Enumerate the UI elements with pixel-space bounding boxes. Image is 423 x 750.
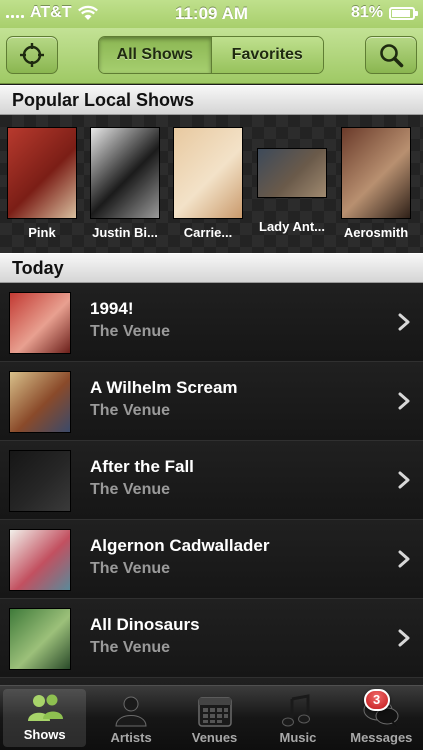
tab-label: Artists <box>110 730 152 745</box>
popular-section-header: Popular Local Shows <box>0 85 423 115</box>
battery-percent: 81% <box>350 4 383 21</box>
locate-button[interactable] <box>6 36 58 74</box>
artist-card[interactable]: Carrie... <box>168 127 248 240</box>
tab-label: Messages <box>350 730 413 745</box>
artist-photo <box>90 127 160 219</box>
artist-name: Justin Bi... <box>92 225 158 240</box>
today-section-header: Today <box>0 253 423 283</box>
artist-name: Carrie... <box>183 225 233 240</box>
artist-photo <box>173 127 243 219</box>
popular-artists-shelf[interactable]: Pink Justin Bi... Carrie... Lady Ant... … <box>0 115 423 253</box>
show-row[interactable]: 1994! The Venue <box>0 283 423 362</box>
shows-list[interactable]: 1994! The Venue A Wilhelm Scream The Ven… <box>0 283 423 685</box>
artist-name: Lady Ant... <box>259 219 325 234</box>
tab-label: Shows <box>23 727 66 742</box>
chevron-right-icon <box>398 313 410 331</box>
shows-filter-segmented-control: All Shows Favorites <box>98 36 324 74</box>
show-venue: The Venue <box>90 560 171 577</box>
segment-all-shows[interactable]: All Shows <box>99 37 211 73</box>
show-row[interactable]: A Wilhelm Scream The Venue <box>0 362 423 441</box>
show-title: A Wilhelm Scream <box>90 378 238 397</box>
status-right: 81% <box>350 4 418 22</box>
tab-music[interactable]: Music <box>256 686 339 750</box>
artist-card[interactable]: Pink <box>2 127 82 240</box>
album-art <box>9 292 71 354</box>
nav-bar: All Shows Favorites <box>0 28 423 84</box>
calendar-icon <box>197 697 232 727</box>
people-icon <box>27 694 63 721</box>
show-venue: The Venue <box>90 481 171 498</box>
artist-icon <box>115 696 147 727</box>
chevron-right-icon <box>398 471 410 489</box>
crosshair-location-icon <box>20 43 44 67</box>
tab-label: Music <box>279 730 317 745</box>
artist-card[interactable]: Justin Bi... <box>85 127 165 240</box>
show-row[interactable]: All Dinosaurs The Venue <box>0 599 423 678</box>
show-row[interactable]: After the Fall The Venue <box>0 441 423 520</box>
show-venue: The Venue <box>90 639 171 656</box>
status-bar: AT&T 11:09 AM 81% <box>0 0 423 28</box>
search-button[interactable] <box>365 36 417 74</box>
messages-badge: 3 <box>363 689 390 711</box>
tab-messages[interactable]: Messages 3 <box>340 686 423 750</box>
chevron-right-icon <box>398 629 410 647</box>
show-title: After the Fall <box>90 457 194 476</box>
artist-photo <box>7 127 77 219</box>
tab-bar: Shows Artists Venues Music Messages 3 <box>0 685 423 750</box>
chevron-right-icon <box>398 392 410 410</box>
tab-label: Venues <box>191 730 238 745</box>
show-venue: The Venue <box>90 402 171 419</box>
show-title: Algernon Cadwallader <box>90 536 270 555</box>
battery-fill <box>392 9 410 17</box>
tab-artists[interactable]: Artists <box>89 686 172 750</box>
search-icon <box>380 44 404 68</box>
show-venue: The Venue <box>90 323 171 340</box>
artist-photo <box>257 148 327 198</box>
album-art <box>9 450 71 512</box>
show-row-partial[interactable] <box>0 678 423 685</box>
artist-name: Pink <box>28 225 56 240</box>
segment-favorites[interactable]: Favorites <box>210 37 323 73</box>
battery-icon <box>389 6 418 20</box>
tab-venues[interactable]: Venues <box>173 686 256 750</box>
album-art <box>9 608 71 670</box>
album-art <box>9 529 71 591</box>
artist-name: Aerosmith <box>343 225 409 240</box>
show-row[interactable]: Algernon Cadwallader The Venue <box>0 520 423 599</box>
album-art <box>9 371 71 433</box>
show-title: 1994! <box>90 299 134 318</box>
artist-photo <box>341 127 411 219</box>
show-title: All Dinosaurs <box>90 615 200 634</box>
artist-card[interactable]: Aerosmith <box>336 127 416 240</box>
tab-shows[interactable]: Shows <box>3 689 87 747</box>
music-note-icon <box>281 694 310 727</box>
artist-card[interactable]: Lady Ant... <box>252 127 332 234</box>
chevron-right-icon <box>398 550 410 568</box>
